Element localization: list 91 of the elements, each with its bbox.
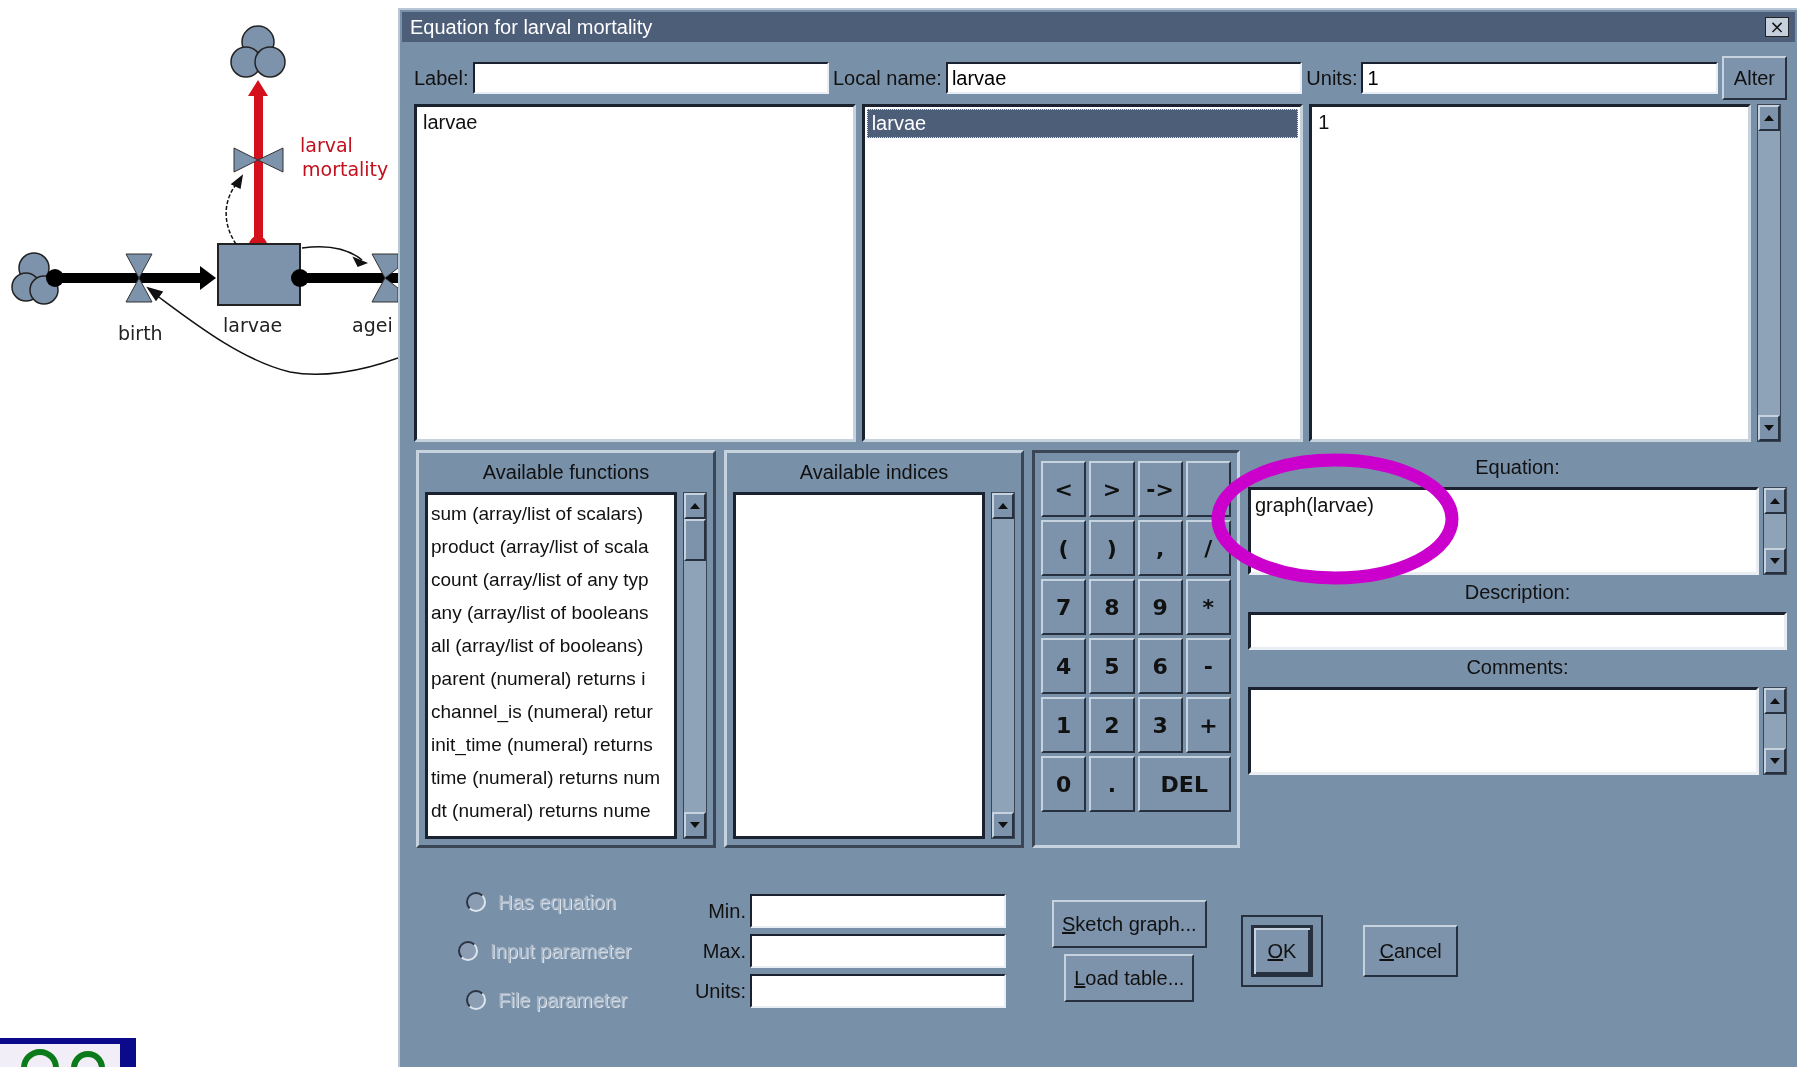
keypad-key[interactable]: 8 bbox=[1089, 579, 1135, 635]
scroll-down-icon[interactable] bbox=[992, 812, 1014, 838]
keypad-key[interactable]: ) bbox=[1089, 520, 1135, 576]
flow-label: larval mortality bbox=[300, 134, 389, 180]
action-button[interactable]: Sketch graph... bbox=[1052, 900, 1207, 948]
comments-field[interactable] bbox=[1248, 687, 1759, 775]
description-field[interactable] bbox=[1248, 612, 1787, 650]
flow-label: agei bbox=[352, 314, 393, 336]
keypad-key[interactable]: DEL bbox=[1137, 756, 1231, 812]
connector-arrow bbox=[301, 246, 369, 267]
scroll-up-icon[interactable] bbox=[992, 493, 1014, 519]
alter-button[interactable]: Alter bbox=[1721, 56, 1787, 100]
keypad-key[interactable]: < bbox=[1041, 461, 1087, 517]
panel-title: Available indices bbox=[798, 460, 950, 485]
list-item[interactable]: parent (numeral) returns i bbox=[431, 662, 671, 695]
keypad-key[interactable]: * bbox=[1185, 579, 1231, 635]
scroll-down-icon[interactable] bbox=[1764, 748, 1786, 774]
keypad-key[interactable]: > bbox=[1089, 461, 1135, 517]
keypad-key[interactable]: 0 bbox=[1041, 756, 1087, 812]
list-item[interactable]: time (numeral) returns num bbox=[431, 761, 671, 794]
field-label: Min. bbox=[707, 899, 746, 923]
field-label: Units: bbox=[1306, 66, 1358, 90]
list-item[interactable]: larvae bbox=[419, 109, 851, 136]
action-button[interactable]: Load table... bbox=[1064, 954, 1195, 1002]
field-label: Local name: bbox=[832, 66, 942, 90]
scroll-down-icon[interactable] bbox=[1764, 548, 1786, 574]
list-item[interactable]: any (array/list of booleans bbox=[431, 596, 671, 629]
list-box[interactable] bbox=[733, 492, 985, 839]
list-item[interactable]: product (array/list of scala bbox=[431, 530, 671, 563]
field-label: Max. bbox=[701, 939, 746, 963]
scroll-up-icon[interactable] bbox=[1758, 105, 1780, 131]
keypad-key[interactable]: 9 bbox=[1137, 579, 1183, 635]
keypad-key[interactable]: 1 bbox=[1041, 697, 1087, 753]
keypad-key[interactable]: ( bbox=[1041, 520, 1087, 576]
valve-icon bbox=[233, 147, 284, 173]
field-label: Comments: bbox=[1465, 655, 1570, 680]
scroll-up-icon[interactable] bbox=[1764, 488, 1786, 514]
list-item[interactable]: count (array/list of any typ bbox=[431, 563, 671, 596]
scrollbar[interactable] bbox=[991, 492, 1015, 839]
list-item[interactable]: dt (numeral) returns nume bbox=[431, 794, 671, 827]
field-label: Description: bbox=[1463, 580, 1572, 605]
list-item[interactable]: all (array/list of booleans) bbox=[431, 629, 671, 662]
keypad-key[interactable]: . bbox=[1089, 756, 1135, 812]
equation-field[interactable]: graph(larvae) bbox=[1248, 487, 1759, 575]
field-label: Label: bbox=[414, 66, 469, 90]
scroll-up-icon[interactable] bbox=[684, 493, 706, 519]
flow-label: birth bbox=[118, 322, 163, 344]
keypad-key[interactable]: , bbox=[1137, 520, 1183, 576]
keypad-key[interactable]: - bbox=[1185, 638, 1231, 694]
keypad-key[interactable]: 3 bbox=[1137, 697, 1183, 753]
field-label: Units: bbox=[693, 979, 746, 1003]
list-item[interactable]: 1 bbox=[1314, 109, 1746, 136]
cloud-icon bbox=[230, 25, 286, 78]
list-box[interactable] bbox=[425, 492, 677, 839]
scrollbar[interactable] bbox=[1763, 687, 1787, 775]
scroll-thumb[interactable] bbox=[684, 519, 706, 561]
stock-label: larvae bbox=[223, 314, 283, 336]
valve-icon bbox=[125, 253, 153, 303]
scroll-down-icon[interactable] bbox=[1758, 415, 1780, 441]
scrollbar[interactable] bbox=[1757, 104, 1781, 442]
field-label: Equation: bbox=[1474, 455, 1561, 480]
input-field[interactable] bbox=[750, 894, 1006, 928]
rings-logo-icon bbox=[0, 1038, 136, 1067]
cancel-button[interactable]: Cancel bbox=[1363, 925, 1458, 977]
list-item[interactable]: init_time (numeral) returns bbox=[431, 728, 671, 761]
list-item[interactable]: sum (array/list of scalars) bbox=[431, 497, 671, 530]
list-box[interactable]: larvae bbox=[861, 104, 1304, 442]
list-item[interactable]: channel_is (numeral) retur bbox=[431, 695, 671, 728]
scroll-down-icon[interactable] bbox=[684, 812, 706, 838]
list-item[interactable]: larvae bbox=[866, 109, 1299, 138]
list-box[interactable]: larvae bbox=[414, 104, 856, 442]
input-field[interactable] bbox=[750, 934, 1006, 968]
window-title: Equation for larval mortality bbox=[410, 15, 653, 39]
keypad-key[interactable]: 2 bbox=[1089, 697, 1135, 753]
keypad-key[interactable]: 7 bbox=[1041, 579, 1087, 635]
input-field[interactable] bbox=[750, 974, 1006, 1008]
input-field[interactable] bbox=[472, 62, 829, 94]
input-field[interactable]: 1 bbox=[1361, 62, 1718, 94]
keypad-key[interactable]: -> bbox=[1137, 461, 1183, 517]
scroll-up-icon[interactable] bbox=[1764, 688, 1786, 714]
keypad-key[interactable]: 4 bbox=[1041, 638, 1087, 694]
keypad-key[interactable]: 6 bbox=[1137, 638, 1183, 694]
close-button[interactable]: × bbox=[1765, 17, 1789, 37]
scrollbar[interactable] bbox=[683, 492, 707, 839]
keypad-key[interactable]: + bbox=[1185, 697, 1231, 753]
scrollbar[interactable] bbox=[1763, 487, 1787, 575]
input-field[interactable]: larvae bbox=[945, 62, 1303, 94]
panel-title: Available functions bbox=[481, 460, 651, 485]
list-box[interactable]: 1 bbox=[1309, 104, 1751, 442]
connector-arrow bbox=[225, 174, 244, 245]
keypad-key[interactable]: 5 bbox=[1089, 638, 1135, 694]
